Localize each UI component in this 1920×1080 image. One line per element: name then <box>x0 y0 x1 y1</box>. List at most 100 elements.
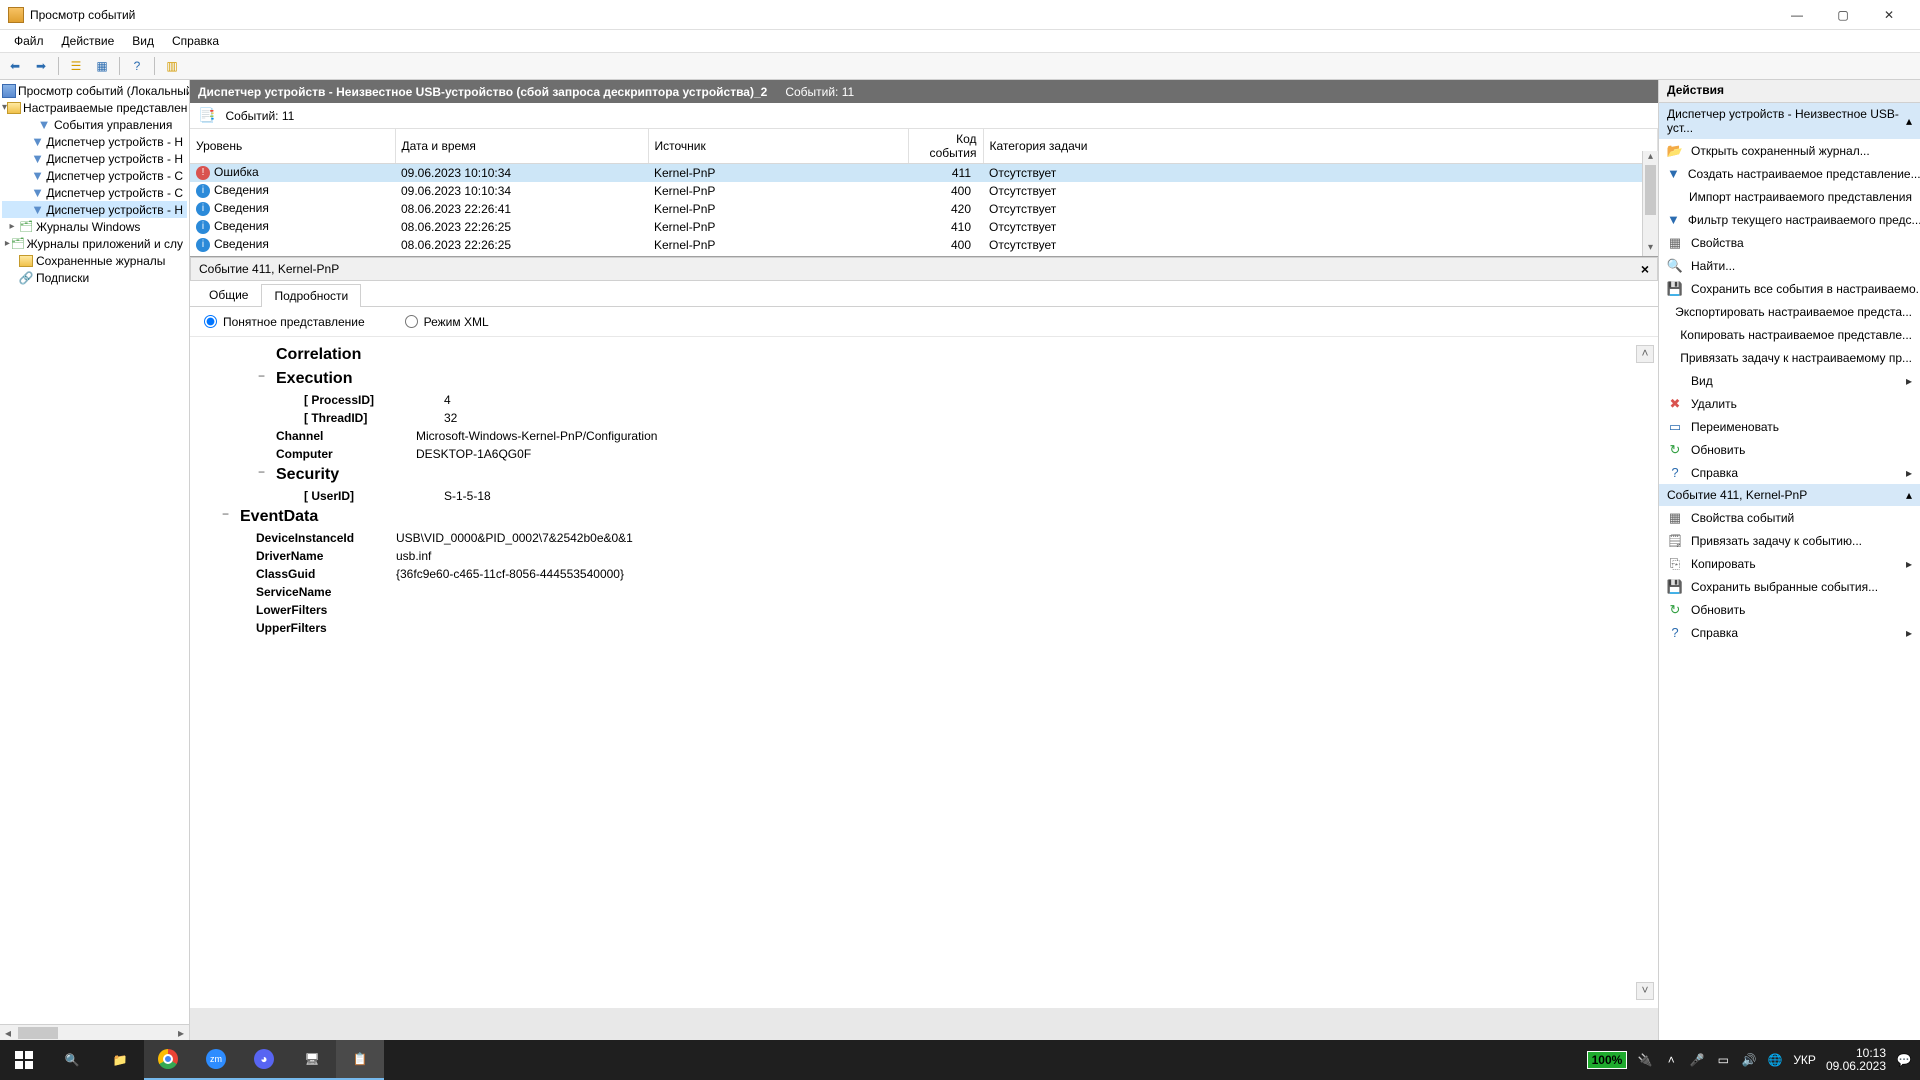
col-source[interactable]: Источник <box>648 129 908 164</box>
radio-xml-input[interactable] <box>405 315 418 328</box>
tree-filter-item[interactable]: ▼События управления <box>2 116 187 133</box>
action-refresh[interactable]: ↻Обновить <box>1659 438 1920 461</box>
action-create-view[interactable]: ▼Создать настраиваемое представление... <box>1659 162 1920 185</box>
event-row[interactable]: iСведения08.06.2023 22:26:41Kernel-PnP42… <box>190 200 1658 218</box>
help-button[interactable]: ? <box>126 55 148 77</box>
event-row[interactable]: !Ошибка09.06.2023 10:10:34Kernel-PnP411О… <box>190 164 1658 182</box>
power-icon[interactable]: 🔌 <box>1637 1053 1653 1067</box>
tab-details[interactable]: Подробности <box>261 284 361 307</box>
scroll-down-icon[interactable]: ˅ <box>1636 982 1654 1000</box>
detail-pane: Событие 411, Kernel-PnP × Общие Подробно… <box>190 257 1658 1008</box>
action-export-view[interactable]: Экспортировать настраиваемое предста... <box>1659 300 1920 323</box>
notifications-icon[interactable]: 💬 <box>1896 1053 1912 1067</box>
collapse-icon[interactable]: − <box>222 505 229 523</box>
expand-icon[interactable]: ▸ <box>6 221 18 232</box>
battery-indicator[interactable]: 100% <box>1587 1051 1628 1069</box>
tab-general[interactable]: Общие <box>196 283 261 306</box>
radio-friendly-input[interactable] <box>204 315 217 328</box>
toolbar-separator <box>119 57 120 75</box>
radio-friendly-view[interactable]: Понятное представление <box>204 315 365 329</box>
properties-icon: ▦ <box>1667 235 1683 251</box>
search-button[interactable]: 🔍 <box>48 1040 96 1080</box>
tree-filter-item[interactable]: ▼Диспетчер устройств - С <box>2 167 187 184</box>
action-save-selected[interactable]: 💾Сохранить выбранные события... <box>1659 575 1920 598</box>
action-save-all[interactable]: 💾Сохранить все события в настраиваемо... <box>1659 277 1920 300</box>
processid-value: 4 <box>444 391 451 409</box>
tree-custom-views[interactable]: ▾ Настраиваемые представлен <box>2 99 187 116</box>
file-explorer-button[interactable]: 📁 <box>96 1040 144 1080</box>
chrome-button[interactable] <box>144 1040 192 1080</box>
col-eventid[interactable]: Код события <box>908 129 983 164</box>
action-properties[interactable]: ▦Свойства <box>1659 231 1920 254</box>
collapse-icon[interactable]: − <box>258 367 265 385</box>
action-find[interactable]: 🔍Найти... <box>1659 254 1920 277</box>
col-datetime[interactable]: Дата и время <box>395 129 648 164</box>
close-button[interactable]: ✕ <box>1866 0 1912 30</box>
forward-button[interactable]: ➡ <box>30 55 52 77</box>
action-copy[interactable]: ⎘Копировать▸ <box>1659 552 1920 575</box>
tree-filter-item[interactable]: ▼Диспетчер устройств - С <box>2 184 187 201</box>
collapse-icon[interactable]: ▴ <box>1906 488 1912 502</box>
tree-root[interactable]: Просмотр событий (Локальный <box>2 82 187 99</box>
tree-windows-logs[interactable]: ▸ 🗂 Журналы Windows <box>2 218 187 235</box>
cast-icon[interactable]: ▭ <box>1715 1053 1731 1067</box>
action-help-2[interactable]: ?Справка▸ <box>1659 621 1920 644</box>
eventviewer-icon <box>2 84 16 98</box>
col-level[interactable]: Уровень <box>190 129 395 164</box>
menu-action[interactable]: Действие <box>54 32 123 50</box>
tray-chevron-icon[interactable]: ˄ <box>1663 1053 1679 1067</box>
action-delete[interactable]: ✖Удалить <box>1659 392 1920 415</box>
menu-view[interactable]: Вид <box>124 32 162 50</box>
action-import-view[interactable]: Импорт настраиваемого представления <box>1659 185 1920 208</box>
app-icon <box>8 7 24 23</box>
radio-xml-view[interactable]: Режим XML <box>405 315 489 329</box>
tree-app-logs[interactable]: ▸ 🗂 Журналы приложений и слу <box>2 235 187 252</box>
event-row[interactable]: iСведения08.06.2023 22:26:25Kernel-PnP41… <box>190 218 1658 236</box>
toolbar-btn-1[interactable]: ☰ <box>65 55 87 77</box>
detail-scrollbar[interactable]: ˄ ˅ <box>1636 345 1654 1000</box>
action-copy-view[interactable]: Копировать настраиваемое представле... <box>1659 323 1920 346</box>
tree-subscriptions[interactable]: 🔗 Подписки <box>2 269 187 286</box>
network-icon[interactable]: 🌐 <box>1767 1053 1783 1067</box>
back-button[interactable]: ⬅ <box>4 55 26 77</box>
action-attach-task[interactable]: Привязать задачу к настраиваемому пр... <box>1659 346 1920 369</box>
menu-help[interactable]: Справка <box>164 32 227 50</box>
scroll-up-icon[interactable]: ˄ <box>1636 345 1654 363</box>
tree-filter-item[interactable]: ▼Диспетчер устройств - Н <box>2 201 187 218</box>
event-row[interactable]: iСведения08.06.2023 22:25:40Kernel-PnP41… <box>190 254 1658 258</box>
minimize-button[interactable]: — <box>1774 0 1820 30</box>
event-viewer-taskbar-button[interactable]: 📋 <box>336 1040 384 1080</box>
event-row[interactable]: iСведения08.06.2023 22:26:25Kernel-PnP40… <box>190 236 1658 254</box>
zoom-button[interactable]: zm <box>192 1040 240 1080</box>
mic-icon[interactable]: 🎤 <box>1689 1053 1705 1067</box>
event-row[interactable]: iСведения09.06.2023 10:10:34Kernel-PnP40… <box>190 182 1658 200</box>
detail-close-button[interactable]: × <box>1641 261 1649 277</box>
volume-icon[interactable]: 🔊 <box>1741 1053 1757 1067</box>
tree-filter-item[interactable]: ▼Диспетчер устройств - Н <box>2 133 187 150</box>
action-open-saved-log[interactable]: 📂Открыть сохраненный журнал... <box>1659 139 1920 162</box>
language-indicator[interactable]: УКР <box>1793 1053 1816 1067</box>
action-help[interactable]: ?Справка▸ <box>1659 461 1920 484</box>
discord-button[interactable]: ◕ <box>240 1040 288 1080</box>
collapse-icon[interactable]: ▴ <box>1906 114 1912 128</box>
event-table-scrollbar[interactable]: ▴▾ <box>1642 151 1658 256</box>
clock[interactable]: 10:13 09.06.2023 <box>1826 1047 1886 1073</box>
action-attach-task-event[interactable]: 🗒Привязать задачу к событию... <box>1659 529 1920 552</box>
tree-saved-logs[interactable]: Сохраненные журналы <box>2 252 187 269</box>
col-task[interactable]: Категория задачи <box>983 129 1658 164</box>
maximize-button[interactable]: ▢ <box>1820 0 1866 30</box>
taskbar-app-1[interactable]: 🖥 <box>288 1040 336 1080</box>
toolbar-btn-2[interactable]: ▦ <box>91 55 113 77</box>
toolbar-btn-3[interactable]: ▥ <box>161 55 183 77</box>
tree-horizontal-scrollbar[interactable]: ◂▸ <box>0 1024 189 1040</box>
action-event-properties[interactable]: ▦Свойства событий <box>1659 506 1920 529</box>
action-refresh-2[interactable]: ↻Обновить <box>1659 598 1920 621</box>
collapse-icon[interactable]: − <box>258 463 265 481</box>
action-filter-view[interactable]: ▼Фильтр текущего настраиваемого предс... <box>1659 208 1920 231</box>
action-view-submenu[interactable]: Вид▸ <box>1659 369 1920 392</box>
menu-file[interactable]: Файл <box>6 32 52 50</box>
start-button[interactable] <box>0 1040 48 1080</box>
tree-filter-item[interactable]: ▼Диспетчер устройств - Н <box>2 150 187 167</box>
action-rename[interactable]: ▭Переименовать <box>1659 415 1920 438</box>
menubar: Файл Действие Вид Справка <box>0 30 1920 52</box>
